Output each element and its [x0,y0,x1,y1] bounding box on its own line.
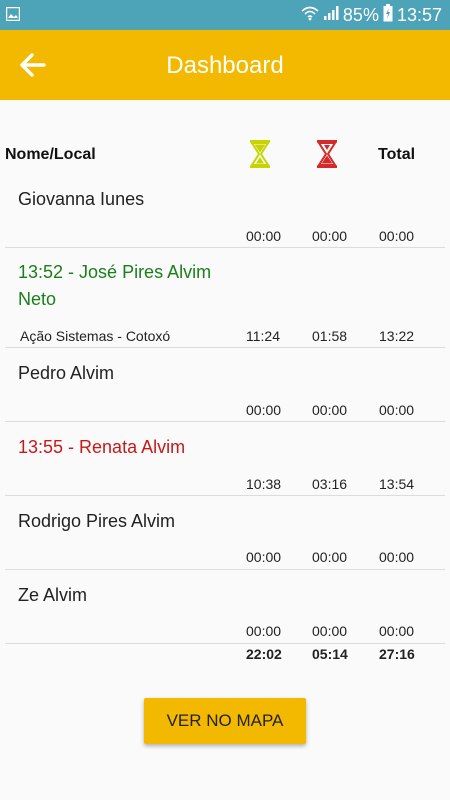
row-total: 00:00 [379,549,415,565]
battery-percent: 85% [342,4,379,25]
wifi-icon [301,5,319,26]
row-time-red: 00:00 [312,402,348,418]
page-title: Dashboard [166,52,284,79]
row-time-red: 00:00 [312,623,348,639]
table-row[interactable]: Pedro Alvim 00:00 00:00 00:00 [5,348,445,422]
hourglass-green-icon [249,140,271,173]
table-row[interactable]: Giovanna Iunes 00:00 00:00 00:00 [5,175,445,248]
row-name: Giovanna Iunes [18,189,145,209]
total-red: 05:14 [312,646,348,662]
app-bar: Dashboard [0,30,450,100]
row-time-green: 00:00 [246,402,282,418]
row-time-red: 00:00 [312,549,348,565]
table-header: Nome/Local Total [0,140,450,170]
header-total: Total [378,146,416,163]
header-name-local: Nome/Local [5,146,96,163]
view-map-button[interactable]: VER NO MAPA [144,698,306,744]
row-time-green: 00:00 [246,549,282,565]
battery-charging-icon [383,3,393,27]
table-row[interactable]: Rodrigo Pires Alvim 00:00 00:00 00:00 [5,496,445,570]
row-time-red: 00:00 [312,228,348,244]
row-name: Rodrigo Pires Alvim [18,511,176,531]
row-name: Pedro Alvim [18,363,115,383]
total-grand: 27:16 [379,646,415,662]
row-time-green: 11:24 [246,328,280,344]
table-row[interactable]: 13:52 - José Pires Alvim Neto Ação Siste… [5,248,445,348]
row-total: 00:00 [379,228,415,244]
row-time-red: 03:16 [312,476,348,492]
hourglass-red-icon [316,140,338,173]
table-row[interactable]: 13:55 - Renata Alvim 10:38 03:16 13:54 [5,422,445,496]
row-time-green: 10:38 [246,476,282,492]
row-time-green: 00:00 [246,228,282,244]
row-time-green: 00:00 [246,623,282,639]
clock: 13:57 [396,4,442,25]
row-name-line2: Neto [18,289,57,309]
status-bar: 85% 13:57 [0,0,450,30]
row-name: 13:55 - Renata Alvim [18,437,186,457]
row-name-line1: 13:52 - José Pires Alvim [18,262,212,282]
row-total: 13:22 [379,328,415,344]
total-green: 22:02 [246,646,282,662]
signal-icon [323,5,339,26]
row-total: 13:54 [379,476,415,492]
table-row[interactable]: Ze Alvim 00:00 00:00 00:00 [5,570,445,644]
row-total: 00:00 [379,623,415,639]
row-name: Ze Alvim [18,585,88,605]
row-place: Ação Sistemas - Cotoxó [20,328,171,344]
image-notification-icon [5,6,21,26]
row-time-red: 01:58 [312,328,348,344]
row-total: 00:00 [379,402,415,418]
